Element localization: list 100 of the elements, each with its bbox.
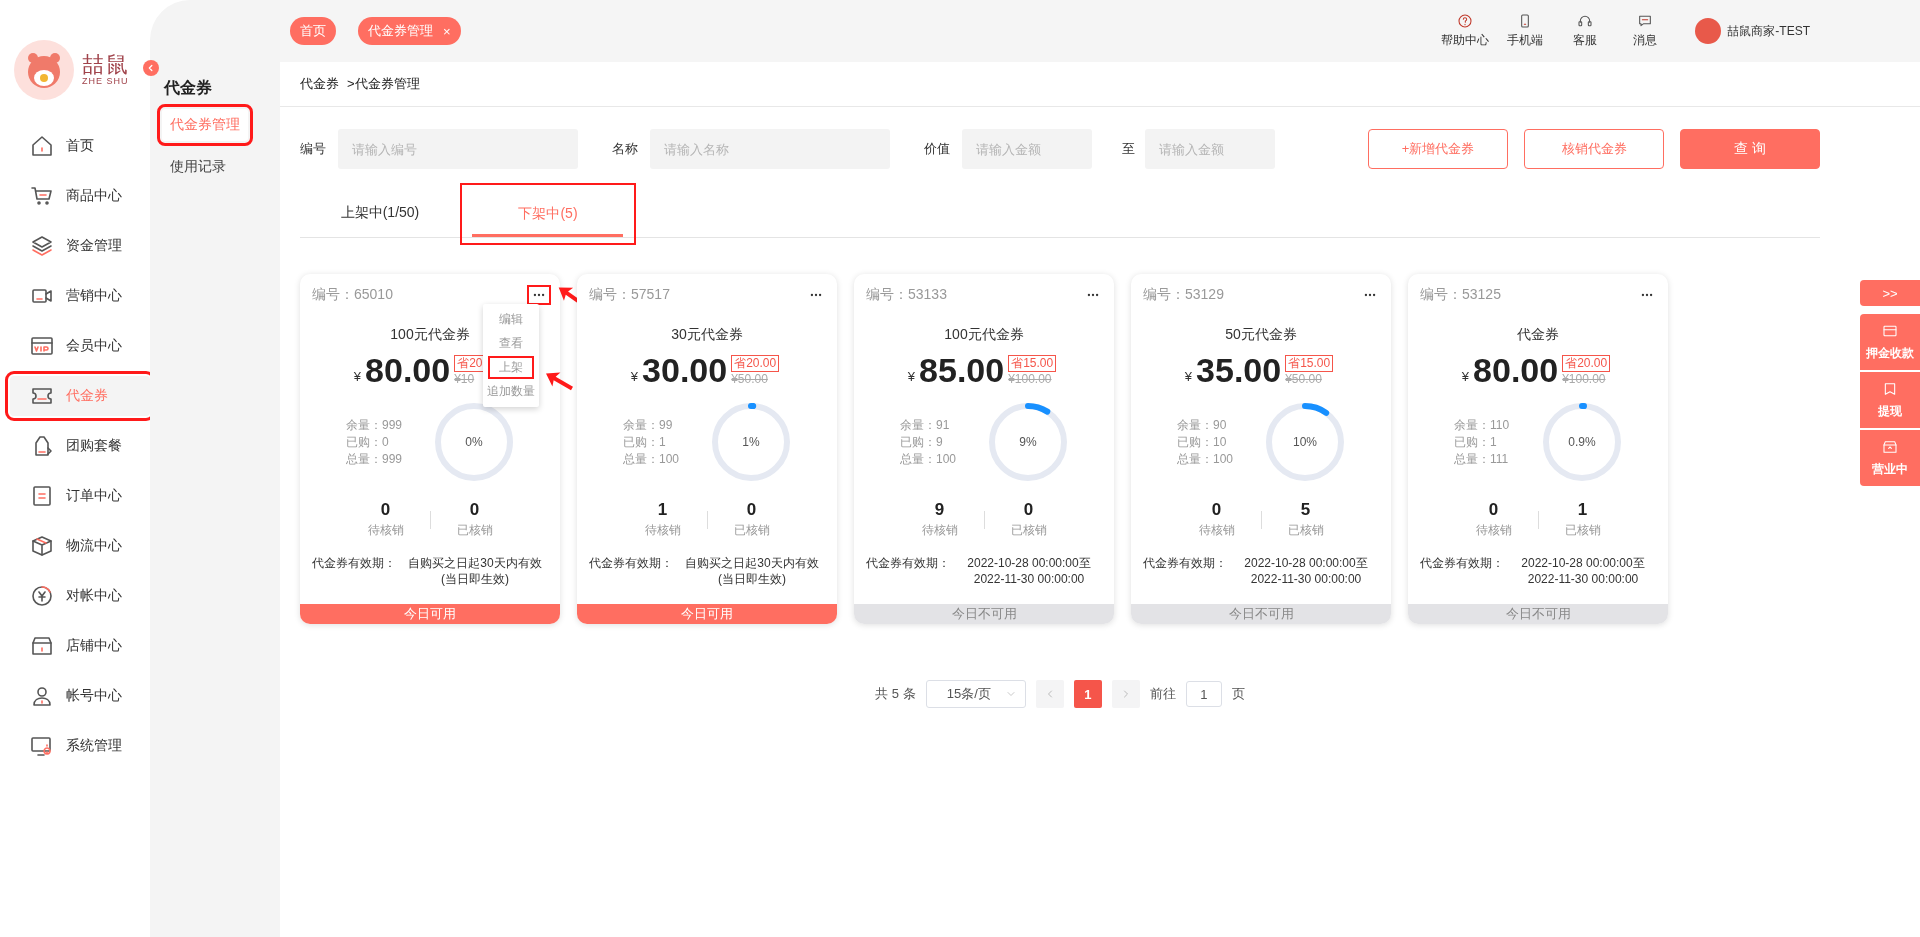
header-action[interactable]: 手机端 bbox=[1495, 13, 1556, 49]
nav-item[interactable]: 订单中心 bbox=[10, 476, 150, 516]
coupon-title: 30元代金券 bbox=[671, 326, 743, 342]
coupon-title: 100元代金券 bbox=[390, 326, 470, 342]
layers-icon bbox=[30, 234, 54, 258]
nav-item[interactable]: 对帐中心 bbox=[10, 576, 150, 616]
total-count: 总量：100 bbox=[900, 450, 958, 468]
field-label: 名称 bbox=[612, 140, 638, 158]
monitor-gear-icon bbox=[30, 734, 54, 758]
redeemed-count: 1 bbox=[1577, 500, 1588, 520]
saving-tag: 省20.00 bbox=[731, 355, 780, 372]
validity-period: 2022-10-28 00:00:00至 2022-11-30 00:00:00 bbox=[1520, 555, 1646, 587]
redeemed-count: 0 bbox=[1023, 500, 1034, 520]
redeemed-label: 已核销 bbox=[1564, 522, 1601, 539]
breadcrumb-item[interactable]: >代金券管理 bbox=[347, 75, 420, 93]
submenu-item[interactable]: 使用记录 bbox=[162, 151, 234, 183]
chat-bubble-icon bbox=[1637, 13, 1654, 29]
submenu-title: 代金券 bbox=[164, 79, 212, 96]
bookmark-icon bbox=[1882, 380, 1898, 397]
page-suffix: 页 bbox=[1231, 685, 1245, 703]
header-action[interactable]: 消息 bbox=[1615, 13, 1676, 49]
coupon-title: 100元代金券 bbox=[944, 326, 1024, 342]
pending-label: 待核销 bbox=[367, 522, 404, 539]
pending-label: 待核销 bbox=[644, 522, 681, 539]
headset-icon bbox=[1577, 13, 1594, 29]
availability-bar: 今日不可用 bbox=[1131, 604, 1391, 624]
more-icon bbox=[809, 292, 823, 298]
header-action[interactable]: 帮助中心 bbox=[1435, 13, 1496, 49]
validity-label: 代金券有效期： bbox=[866, 555, 950, 572]
progress-percent: 10% bbox=[1293, 435, 1317, 449]
cart-icon bbox=[30, 184, 54, 208]
redeemed-label: 已核销 bbox=[456, 522, 493, 539]
coupon-code: 编号：53125 bbox=[1420, 286, 1501, 304]
redeemed-count: 0 bbox=[746, 500, 757, 520]
availability-bar: 今日不可用 bbox=[854, 604, 1114, 624]
breadcrumb-item[interactable]: 代金券 bbox=[300, 75, 339, 93]
store-icon bbox=[1882, 438, 1898, 455]
collapse-button[interactable] bbox=[143, 60, 159, 76]
home-icon bbox=[30, 134, 54, 158]
currency-symbol: ¥ bbox=[353, 369, 362, 384]
more-icon bbox=[1640, 292, 1654, 298]
total-count: 总量：999 bbox=[346, 450, 404, 468]
nav-item[interactable]: 帐号中心 bbox=[10, 676, 150, 716]
validity-period: 2022-10-28 00:00:00至 2022-11-30 00:00:00 bbox=[966, 555, 1092, 587]
original-price: ¥10 bbox=[454, 372, 475, 386]
nav-item[interactable]: 资金管理 bbox=[10, 226, 150, 266]
nav-item[interactable]: 营销中心 bbox=[10, 276, 150, 316]
nav-item[interactable]: 会员中心 bbox=[10, 326, 150, 366]
purchased-count: 已购：0 bbox=[346, 433, 390, 451]
coupon-title: 50元代金券 bbox=[1225, 326, 1297, 342]
validity-label: 代金券有效期： bbox=[1143, 555, 1227, 572]
store-icon bbox=[30, 634, 54, 658]
total-count: 总量：100 bbox=[1177, 450, 1235, 468]
remaining-count: 余量：99 bbox=[623, 416, 674, 434]
validity-label: 代金券有效期： bbox=[1420, 555, 1504, 572]
user-name[interactable]: 喆鼠商家-TEST bbox=[1727, 22, 1810, 40]
pending-label: 待核销 bbox=[1475, 522, 1512, 539]
more-icon bbox=[532, 292, 546, 298]
pending-count: 0 bbox=[1211, 500, 1222, 520]
more-icon bbox=[1086, 292, 1100, 298]
progress-percent: 1% bbox=[742, 435, 760, 449]
status-tab[interactable]: 上架中(1/50) bbox=[300, 189, 460, 237]
remaining-count: 余量：999 bbox=[346, 416, 404, 434]
saving-tag: 省15.00 bbox=[1285, 355, 1334, 372]
more-button[interactable] bbox=[530, 288, 548, 302]
pending-count: 9 bbox=[934, 500, 945, 520]
original-price: ¥50.00 bbox=[1285, 372, 1322, 386]
redeemed-count: 5 bbox=[1300, 500, 1311, 520]
nav-item[interactable]: 团购套餐 bbox=[10, 426, 150, 466]
original-price: ¥50.00 bbox=[731, 372, 768, 386]
coupon-price: 85.00 bbox=[919, 350, 1005, 390]
coupon-code: 编号：65010 bbox=[312, 286, 393, 304]
box-icon bbox=[30, 534, 54, 558]
nav-item[interactable]: 系统管理 bbox=[10, 726, 150, 766]
purchased-count: 已购：9 bbox=[900, 433, 944, 451]
page-input[interactable]: 1 bbox=[1185, 681, 1222, 707]
purchased-count: 已购：10 bbox=[1177, 433, 1228, 451]
nav-item[interactable]: 首页 bbox=[10, 126, 150, 166]
field-label: 价值 bbox=[924, 140, 950, 158]
progress-percent: 0.9% bbox=[1568, 435, 1596, 449]
user-icon bbox=[30, 684, 54, 708]
currency-symbol: ¥ bbox=[907, 369, 916, 384]
nav-item[interactable]: 物流中心 bbox=[10, 526, 150, 566]
remaining-count: 余量：110 bbox=[1454, 416, 1511, 434]
nav-item[interactable]: 店铺中心 bbox=[10, 626, 150, 666]
goto-label: 前往 bbox=[1149, 685, 1176, 703]
progress-percent: 9% bbox=[1019, 435, 1037, 449]
coupon-title: 代金券 bbox=[1517, 326, 1559, 342]
availability-bar: 今日可用 bbox=[577, 604, 837, 624]
progress-percent: 0% bbox=[465, 435, 483, 449]
total-count: 共 5 条 bbox=[875, 685, 916, 703]
nav-item[interactable]: 商品中心 bbox=[10, 176, 150, 216]
header-action[interactable]: 客服 bbox=[1555, 13, 1616, 49]
logo-title: 喆鼠 bbox=[82, 54, 130, 76]
pending-label: 待核销 bbox=[921, 522, 958, 539]
page-size-select[interactable]: 15条/页 bbox=[925, 680, 1026, 708]
mascot-logo bbox=[14, 40, 74, 100]
chevron-left-icon bbox=[146, 63, 156, 73]
redeemed-label: 已核销 bbox=[1287, 522, 1324, 539]
saving-tag: 省20.00 bbox=[1562, 355, 1611, 372]
